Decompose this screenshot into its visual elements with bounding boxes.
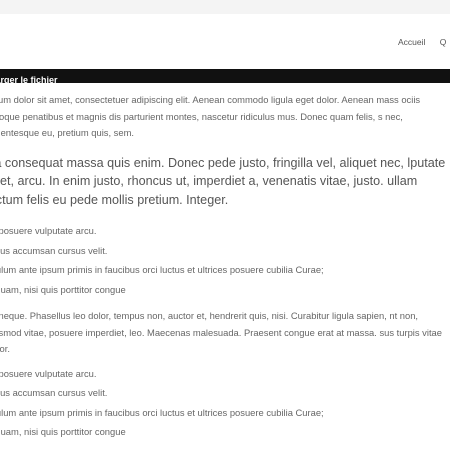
download-bar[interactable]: harger le fichier — [0, 69, 450, 83]
list-item: ec posuere vulputate arcu. — [0, 225, 97, 237]
nav-item-q[interactable]: Q — [440, 37, 447, 47]
list-item: tibulum ante ipsum primis in faucibus or… — [0, 264, 324, 276]
list-item: aliquam, nisi quis porttitor congue — [0, 284, 126, 296]
bullet-list-2: ec posuere vulputate arcu. sellus accums… — [0, 366, 450, 441]
page: Accueil Q harger le fichier ipsum dolor … — [0, 0, 450, 450]
list-item: ec posuere vulputate arcu. — [0, 367, 97, 379]
nav-item-accueil[interactable]: Accueil — [398, 37, 425, 47]
paragraph-2: ec neque. Phasellus leo dolor, tempus no… — [0, 310, 442, 355]
list-item: tibulum ante ipsum primis in faucibus or… — [0, 406, 324, 418]
list-item: aliquam, nisi quis porttitor congue — [0, 426, 126, 438]
download-bar-label[interactable]: harger le fichier — [0, 73, 58, 83]
paragraph-1: ipsum dolor sit amet, consectetuer adipi… — [0, 94, 421, 138]
bullet-list-1: ec posuere vulputate arcu. sellus accums… — [0, 223, 450, 298]
list-item: sellus accumsan cursus velit. — [0, 387, 108, 399]
top-band — [0, 0, 450, 14]
site-header — [0, 14, 450, 69]
main-nav: Accueil Q — [398, 37, 450, 47]
list-item: sellus accumsan cursus velit. — [0, 244, 108, 256]
lead-paragraph: illa consequat massa quis enim. Donec pe… — [0, 155, 446, 207]
article-content: ipsum dolor sit amet, consectetuer adipi… — [0, 92, 450, 450]
